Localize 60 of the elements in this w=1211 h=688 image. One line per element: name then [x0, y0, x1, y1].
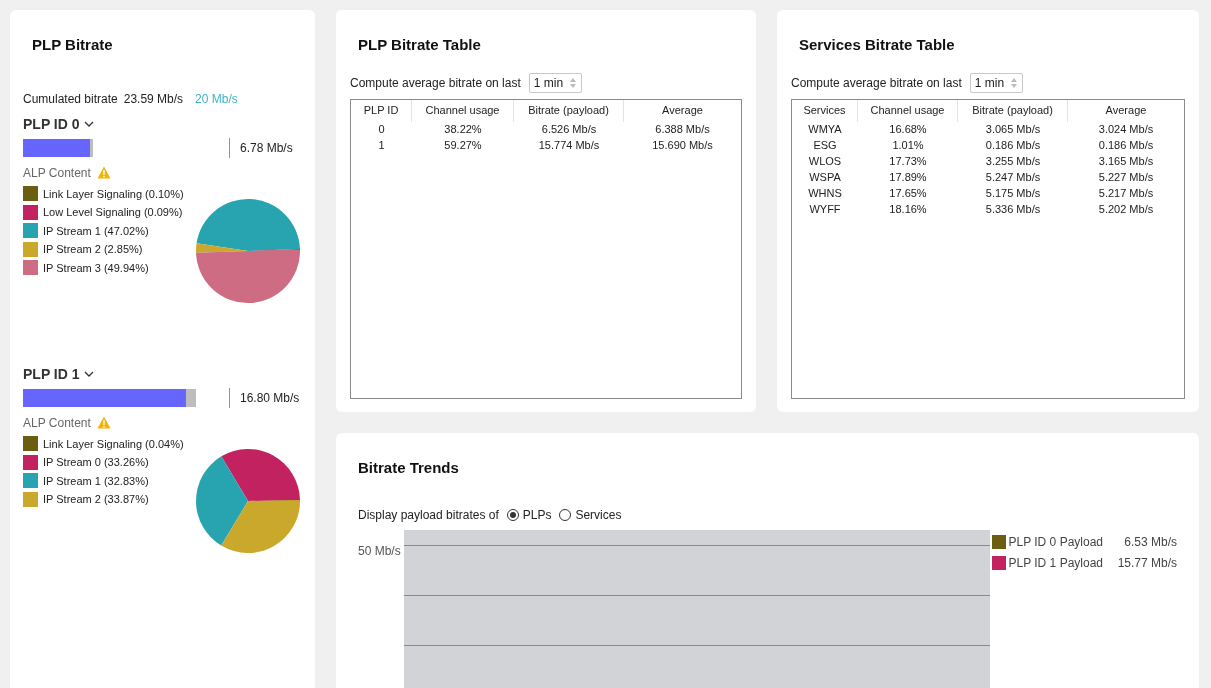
card-title: PLP Bitrate — [31, 35, 114, 55]
table-cell-text: 5.227 Mb/s — [1098, 170, 1154, 186]
table-cell-text: 0 — [378, 122, 385, 138]
table-cell-text: WYFF — [809, 202, 841, 218]
legend-label: IP Stream 2 (2.85%) — [43, 242, 143, 257]
bitrate-reading: 16.80 Mb/s — [240, 389, 300, 407]
table-cell-text: WLOS — [808, 154, 842, 170]
table-cell-text: 17.73% — [889, 154, 927, 170]
table-cell-text: 0.186 Mb/s — [985, 138, 1041, 154]
table-cell-text: 6.388 Mb/s — [655, 122, 710, 138]
legend-label: IP Stream 1 (32.83%) — [43, 473, 149, 489]
table-cell-text: 3.165 Mb/s — [1098, 154, 1154, 170]
average-label: Compute average bitrate on last — [791, 74, 962, 92]
table-cell-text: 5.202 Mb/s — [1098, 202, 1154, 218]
table-cell-text: 17.65% — [889, 186, 927, 202]
display-label: Display payload bitrates of — [358, 506, 499, 524]
table-cell-text: ESG — [813, 138, 837, 154]
table-cell-text: 6.526 Mb/s — [541, 122, 597, 138]
average-label: Compute average bitrate on last — [350, 74, 521, 92]
bitrate-reading: 6.78 Mb/s — [240, 139, 293, 157]
table-cell-text: 38.22% — [444, 122, 482, 138]
legend-label: IP Stream 1 (47.02%) — [43, 223, 149, 239]
table-cell-text: 5.217 Mb/s — [1098, 186, 1154, 202]
table-cell-text: 3.065 Mb/s — [985, 122, 1041, 138]
table-cell-text: WMYA — [808, 122, 842, 138]
table-cell-text: WSPA — [809, 170, 841, 186]
table-cell-text: 15.774 Mb/s — [538, 138, 600, 154]
legend-label: PLP ID 0 Payload — [1008, 533, 1103, 551]
cumulated-value: 23.59 Mb/s — [123, 90, 184, 108]
legend-label: IP Stream 0 (33.26%) — [43, 455, 149, 470]
legend-label: IP Stream 2 (33.87%) — [43, 492, 149, 507]
legend-label: PLP ID 1 Payload — [1008, 554, 1103, 572]
table-cell-text: 3.255 Mb/s — [985, 154, 1041, 170]
legend-label: IP Stream 3 (49.94%) — [43, 260, 149, 276]
table-cell-text: 5.336 Mb/s — [985, 202, 1041, 218]
content-label: ALP Content — [23, 414, 91, 432]
table-cell-text: 15.690 Mb/s — [652, 138, 713, 154]
limit-value: 20 Mb/s — [195, 90, 238, 108]
table-cell-text: 17.89% — [889, 170, 927, 186]
cumulated-label: Cumulated bitrate — [23, 90, 118, 108]
table-cell-text: 1.01% — [892, 138, 924, 154]
legend-value: 6.53 Mb/s — [1123, 533, 1177, 551]
table-cell-text: 16.68% — [889, 122, 927, 138]
card-title: PLP Bitrate Table — [357, 35, 482, 55]
legend-label: Link Layer Signaling (0.10%) — [43, 186, 184, 202]
table-cell-text: 0.186 Mb/s — [1098, 138, 1154, 154]
legend-label: Link Layer Signaling (0.04%) — [43, 436, 184, 452]
legend-value: 15.77 Mb/s — [1116, 554, 1177, 572]
axis-label: 50 Mb/s — [358, 543, 401, 558]
legend-label: Low Level Signaling (0.09%) — [43, 205, 183, 220]
table-cell-text: 5.175 Mb/s — [985, 186, 1041, 202]
table-cell-text: 5.247 Mb/s — [985, 170, 1041, 186]
table-cell-text: 59.27% — [444, 138, 482, 154]
card-title: Bitrate Trends — [358, 458, 460, 478]
content-label: ALP Content — [23, 164, 91, 182]
table-cell-text: 3.024 Mb/s — [1098, 122, 1154, 138]
table-cell-text: WHNS — [808, 186, 842, 202]
card-title: Services Bitrate Table — [798, 35, 956, 55]
table-cell-text: 18.16% — [889, 202, 927, 218]
table-cell-text: 1 — [378, 138, 385, 154]
